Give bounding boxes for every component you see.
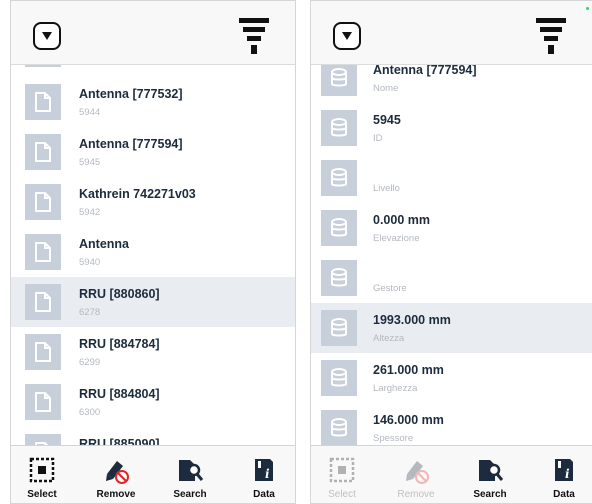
item-title: RRU [885090] xyxy=(79,437,160,445)
property-row-selected[interactable]: 1993.000 mm Altezza xyxy=(311,303,592,353)
property-label: Elevazione xyxy=(373,233,420,244)
item-id: 5940 xyxy=(79,257,101,268)
bottom-tab-bar: Select Remove Search i Data xyxy=(11,445,295,503)
filter-icon[interactable] xyxy=(536,18,566,54)
search-button[interactable]: Search xyxy=(159,446,221,503)
item-id: 5944 xyxy=(79,107,101,118)
remove-button[interactable]: Remove xyxy=(385,446,447,503)
property-list[interactable]: Antenna [777594] Nome 5945 ID Livello 0.… xyxy=(311,65,592,445)
property-label: Altezza xyxy=(373,333,405,344)
document-icon xyxy=(25,65,61,67)
search-icon xyxy=(179,460,204,481)
data-icon: i xyxy=(255,459,273,481)
database-icon xyxy=(321,110,357,146)
object-list[interactable]: Antenna [777532] 5944 Antenna [777594] 5… xyxy=(11,65,295,445)
item-id: 6299 xyxy=(79,357,101,368)
triangle-down-icon xyxy=(42,32,52,40)
document-icon xyxy=(25,84,61,120)
item-title: Kathrein 742271v03 xyxy=(79,187,196,201)
property-value: 5945 xyxy=(373,113,401,127)
select-icon xyxy=(29,457,55,483)
property-row[interactable]: Antenna [777594] Nome xyxy=(311,65,592,103)
top-bar xyxy=(311,1,592,65)
remove-icon xyxy=(106,461,129,484)
document-icon xyxy=(25,184,61,220)
property-row[interactable]: 5945 ID xyxy=(311,103,592,153)
property-value: 0.000 mm xyxy=(373,213,430,227)
property-label: Larghezza xyxy=(373,383,418,394)
item-title: RRU [884784] xyxy=(79,337,160,351)
list-item[interactable]: RRU [885090] xyxy=(11,427,295,445)
item-title: RRU [880860] xyxy=(79,287,160,301)
database-icon xyxy=(321,260,357,296)
data-button[interactable]: i Data xyxy=(533,446,592,503)
property-label: Gestore xyxy=(373,283,407,294)
top-bar xyxy=(11,1,295,65)
database-icon xyxy=(321,65,357,96)
svg-text:i: i xyxy=(265,467,270,481)
triangle-down-icon xyxy=(342,32,352,40)
document-icon xyxy=(25,284,61,320)
document-icon xyxy=(25,434,61,445)
document-icon xyxy=(25,134,61,170)
list-item[interactable]: Antenna 5940 xyxy=(11,227,295,277)
property-value: 261.000 mm xyxy=(373,363,444,377)
database-icon xyxy=(321,160,357,196)
list-item[interactable]: RRU [884784] 6299 xyxy=(11,327,295,377)
database-icon xyxy=(321,210,357,246)
remove-button[interactable]: Remove xyxy=(85,446,147,503)
item-title: Antenna [777594] xyxy=(79,137,183,151)
property-label: Nome xyxy=(373,83,399,94)
data-icon: i xyxy=(555,459,573,481)
property-row[interactable]: Livello xyxy=(311,153,592,203)
list-item[interactable]: Antenna [777594] 5945 xyxy=(11,127,295,177)
list-item[interactable]: Kathrein 742271v03 5942 xyxy=(11,177,295,227)
item-id: 6300 xyxy=(79,407,101,418)
list-item[interactable]: RRU [884804] 6300 xyxy=(11,377,295,427)
select-button[interactable]: Select xyxy=(11,446,73,503)
remove-icon xyxy=(406,461,429,484)
select-button[interactable]: Select xyxy=(311,446,373,503)
document-icon xyxy=(25,334,61,370)
select-icon xyxy=(329,457,355,483)
database-icon xyxy=(321,310,357,346)
property-row[interactable]: Gestore xyxy=(311,253,592,303)
list-item[interactable]: Antenna [777532] 5944 xyxy=(11,77,295,127)
dropdown-button[interactable] xyxy=(333,22,361,50)
item-id: 5942 xyxy=(79,207,101,218)
property-row[interactable]: 0.000 mm Elevazione xyxy=(311,203,592,253)
property-label: Spessore xyxy=(373,433,414,444)
document-icon xyxy=(25,234,61,270)
item-id: 5945 xyxy=(79,157,101,168)
bottom-tab-bar: Select Remove Search i Data xyxy=(311,445,592,503)
item-title: RRU [884804] xyxy=(79,387,160,401)
item-title: Antenna xyxy=(79,237,129,251)
dropdown-button[interactable] xyxy=(33,22,61,50)
property-label: ID xyxy=(373,133,383,144)
search-icon xyxy=(479,460,504,481)
property-label: Livello xyxy=(373,183,400,194)
object-properties-panel: Antenna [777594] Nome 5945 ID Livello 0.… xyxy=(310,0,592,504)
list-item[interactable] xyxy=(11,65,295,74)
filter-icon[interactable] xyxy=(239,18,269,54)
data-button[interactable]: i Data xyxy=(233,446,295,503)
database-icon xyxy=(321,360,357,396)
item-id: 6278 xyxy=(79,307,101,318)
property-value: 1993.000 mm xyxy=(373,313,451,327)
list-item-selected[interactable]: RRU [880860] 6278 xyxy=(11,277,295,327)
item-title: Antenna [777532] xyxy=(79,87,183,101)
status-dot xyxy=(586,7,589,10)
property-row[interactable]: 261.000 mm Larghezza xyxy=(311,353,592,403)
search-button[interactable]: Search xyxy=(459,446,521,503)
property-value: 146.000 mm xyxy=(373,413,444,427)
document-icon xyxy=(25,384,61,420)
property-row[interactable]: 146.000 mm Spessore xyxy=(311,403,592,445)
svg-text:i: i xyxy=(565,467,570,481)
object-list-panel: Antenna [777532] 5944 Antenna [777594] 5… xyxy=(10,0,296,504)
property-value: Antenna [777594] xyxy=(373,65,477,77)
database-icon xyxy=(321,410,357,445)
